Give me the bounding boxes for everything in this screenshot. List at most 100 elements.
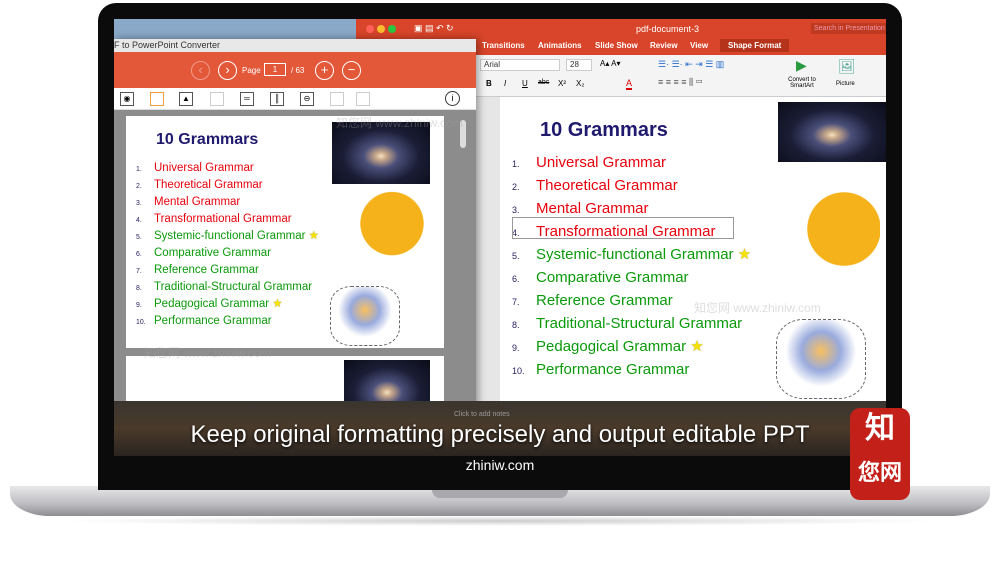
close-button[interactable] [366,25,374,33]
list-item: 1. Universal Grammar [512,151,751,174]
tab-animations[interactable]: Animations [538,41,582,50]
list-item: 10. Performance Grammar [136,313,319,330]
list-item: 9. Pedagogical Grammar ★ [512,335,751,358]
next-page-icon[interactable]: › [218,61,237,80]
pdf-page: 10 Grammars 1. Universal Grammar 2. Theoret… [126,116,444,348]
list-item: 3. Mental Grammar [136,194,319,211]
minimize-button[interactable] [377,25,385,33]
watermark: 知您网 www.zhiniw.com [694,301,821,315]
align-icons[interactable]: ≡ ≡ ≡ ≡ ⫼ ▭ [658,77,703,88]
list-number: 1. [136,166,142,173]
tab-slide-show[interactable]: Slide Show [595,41,638,50]
clear-region-icon[interactable] [356,92,370,106]
list-number: 1. [512,159,520,169]
list-item: 1. Universal Grammar [136,160,319,177]
info-icon[interactable]: i [445,91,460,106]
list-number: 10. [136,319,146,326]
select-region-icon[interactable] [150,92,164,106]
list-number: 2. [512,182,520,192]
list-text: Universal Grammar [154,162,254,174]
zoom-in-icon[interactable]: + [315,61,334,80]
list-number: 4. [136,217,142,224]
list-number: 6. [136,251,142,258]
list-number: 9. [512,343,520,353]
list-item: 7. Reference Grammar [136,262,319,279]
ignore-region-icon[interactable] [210,92,224,106]
star-icon: ★ [308,230,319,242]
convert-smartart-button[interactable]: Convert to SmartArt [782,77,822,89]
notes-placeholder[interactable]: Click to add notes [454,411,510,418]
hatch-region-icon[interactable] [330,92,344,106]
people-sketch-image [776,319,866,399]
subscript-button[interactable]: X₂ [576,79,584,88]
search-input[interactable]: Search in Presentation [811,23,886,34]
font-select[interactable]: Arial [480,59,560,71]
list-number: 9. [136,302,142,309]
underline-button[interactable]: U [522,79,528,88]
list-text: Reference Grammar [154,264,259,276]
document-preview: 10 Grammars 1. Universal Grammar 2. Theoret… [114,110,476,419]
galaxy-image [778,102,886,162]
navigation-bar: ‹ › Page 1 / 63 + − [114,52,476,88]
font-color-icon[interactable]: A [626,78,633,90]
list-text: Comparative Grammar [536,269,689,286]
people-sketch-image [330,286,400,346]
table-region-icon[interactable]: ⊖ [300,92,314,106]
bold-button[interactable]: B [486,79,492,88]
picture-icon[interactable]: 🖼 [838,58,856,75]
list-number: 8. [136,285,142,292]
window-title: F to PowerPoint Converter [114,39,476,52]
font-size-select[interactable]: 28 [566,59,592,71]
watermark: 知您网 www.zhiniw.com [144,346,271,360]
tab-transitions[interactable]: Transitions [482,41,525,50]
zoom-out-icon[interactable]: − [342,61,361,80]
picture-button[interactable]: Picture [836,81,855,87]
italic-button[interactable]: I [504,79,506,88]
strikethrough-button[interactable]: abc [538,79,549,86]
list-number: 2. [136,183,142,190]
page-total: / 63 [291,66,305,75]
slide-area: 10 Grammars 1. Universal Grammar 2. Theoret… [476,97,886,407]
list-item: 6. Comparative Grammar [136,245,319,262]
document-title: pdf-document-3 [636,24,700,34]
converter-window: F to PowerPoint Converter ‹ › Page 1 / 6… [114,39,476,419]
list-text: Universal Grammar [536,154,667,171]
font-grow-icon[interactable]: A▴ A▾ [600,59,620,68]
list-number: 10. [512,366,525,376]
list-text: Reference Grammar [536,292,673,309]
text-region-icon[interactable]: ═ [240,92,254,106]
stamp-logo: 知您网 [850,408,910,500]
list-text: Traditional-Structural Grammar [154,281,313,293]
tab-shape-format[interactable]: Shape Format [720,39,790,52]
star-icon: ★ [690,338,704,355]
view-tool-icon[interactable]: ◉ [120,92,134,106]
watermark: 知您网 www.zhiniw.com [336,116,463,130]
list-item: 9. Pedagogical Grammar ★ [136,296,319,313]
list-number: 6. [512,274,520,284]
list-number: 7. [136,268,142,275]
list-text: Traditional-Structural Grammar [536,315,743,332]
list-number: 8. [512,320,520,330]
smartart-icon[interactable]: ▶ [796,57,807,74]
save-icon[interactable]: ▣ ▤ ↶ ↻ [414,23,454,34]
bullets-icon[interactable]: ☰· ☰· ⇤ ⇥ ☰ ▥ [658,59,724,70]
list-text: Systemic-functional Grammar [536,246,734,263]
caption: Keep original formatting precisely and o… [190,421,810,448]
image-region-icon[interactable]: ▲ [179,92,193,106]
superscript-button[interactable]: X² [558,79,566,88]
tab-view[interactable]: View [690,41,708,50]
slide-title: 10 Grammars [540,119,668,141]
list-item: 6. Comparative Grammar [512,266,751,289]
list-number: 5. [136,234,142,241]
list-text: Pedagogical Grammar [154,298,270,310]
tab-review[interactable]: Review [650,41,678,50]
list-item: 4. Transformational Grammar [136,211,319,228]
list-text: Performance Grammar [154,315,272,327]
maximize-button[interactable] [388,25,396,33]
text-selection-box[interactable] [512,217,734,239]
prev-page-icon[interactable]: ‹ [191,61,210,80]
list-text: Mental Grammar [154,196,241,208]
page-number-input[interactable]: 1 [264,63,286,76]
column-region-icon[interactable]: ║ [270,92,284,106]
head-gears-image [344,190,424,274]
